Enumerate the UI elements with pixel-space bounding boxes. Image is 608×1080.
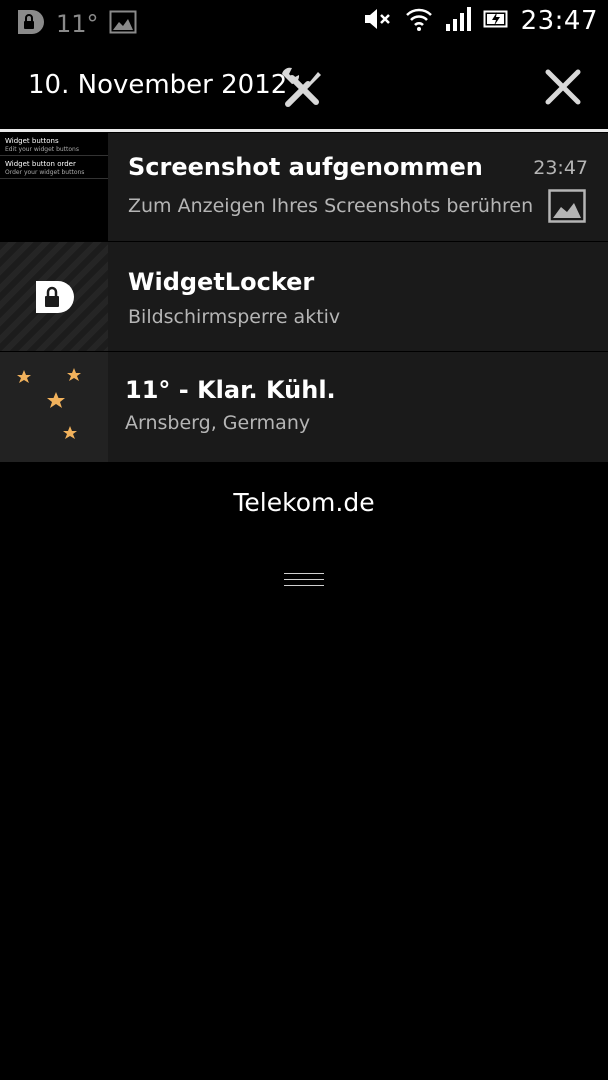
status-time: 23:47 <box>520 6 598 36</box>
thumbnail-row-title: Widget button order <box>5 160 76 168</box>
status-bar-left: 11° <box>16 8 137 40</box>
notification-title: 11° - Klar. Kühl. <box>125 376 336 404</box>
image-icon <box>109 10 137 38</box>
notification-subtitle: Bildschirmsperre aktiv <box>128 306 341 328</box>
notification-weather[interactable]: 11° - Klar. Kühl. Arnsberg, Germany <box>0 352 608 462</box>
notification-title: WidgetLocker <box>128 268 315 296</box>
status-bar-right: 23:47 <box>363 6 598 36</box>
thumbnail-row-title: Widget buttons <box>5 137 59 145</box>
notification-subtitle: Zum Anzeigen Ihres Screenshots berühren <box>128 195 534 217</box>
status-bar: 11° 23:47 <box>0 0 608 44</box>
drag-handle[interactable] <box>284 573 324 593</box>
notification-subtitle: Arnsberg, Germany <box>125 412 311 434</box>
mute-icon <box>363 6 393 36</box>
thumbnail-row-sub: Order your widget buttons <box>5 169 85 176</box>
screenshot-thumbnail: Widget buttons Edit your widget buttons … <box>0 133 108 241</box>
image-icon <box>548 189 586 227</box>
status-temperature: 11° <box>56 10 99 38</box>
settings-button[interactable] <box>278 64 326 112</box>
widgetlocker-thumbnail <box>0 242 108 351</box>
close-button[interactable] <box>540 64 586 110</box>
widgetlocker-icon <box>34 279 74 319</box>
thumbnail-row: Widget buttons Edit your widget buttons <box>0 133 108 156</box>
notification-time: 23:47 <box>533 157 588 179</box>
widgetlocker-icon <box>16 8 46 40</box>
moon-stars-icon <box>12 366 98 454</box>
battery-icon <box>483 8 509 34</box>
wifi-icon <box>405 6 433 36</box>
header-divider <box>0 129 608 132</box>
carrier-label: Telekom.de <box>233 488 375 517</box>
date-label: 10. November 2012 <box>28 70 288 100</box>
notification-screenshot[interactable]: Widget buttons Edit your widget buttons … <box>0 133 608 241</box>
tools-icon <box>278 67 326 116</box>
thumbnail-row-sub: Edit your widget buttons <box>5 146 79 153</box>
signal-icon <box>445 6 471 36</box>
thumbnail-row: Widget button order Order your widget bu… <box>0 156 108 179</box>
notification-header: 10. November 2012 <box>0 44 608 130</box>
notification-widgetlocker[interactable]: WidgetLocker Bildschirmsperre aktiv <box>0 242 608 351</box>
weather-thumbnail <box>0 352 108 462</box>
notification-title: Screenshot aufgenommen <box>128 153 483 181</box>
close-icon <box>540 69 586 114</box>
